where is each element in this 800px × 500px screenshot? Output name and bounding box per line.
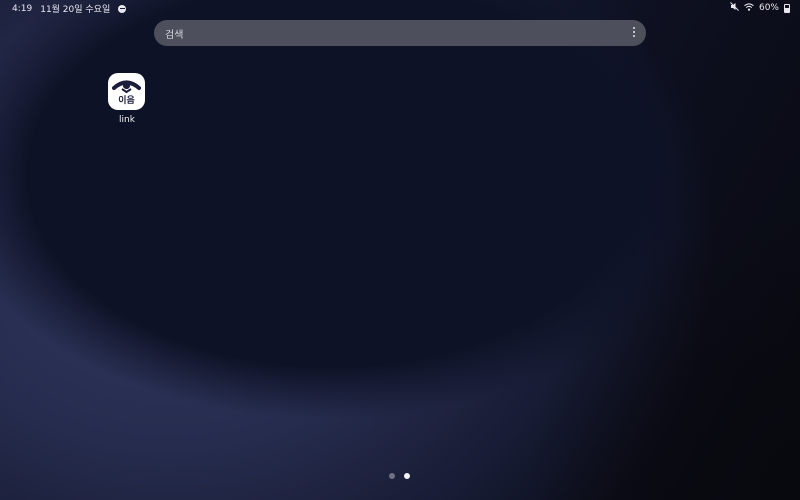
app-logo-text: 이음 [118,94,135,106]
mute-icon [730,2,739,14]
home-screen: 4:19 11월 20일 수요일 60% 검색 이음 link [0,0,800,500]
page-indicator [389,473,410,479]
battery-icon [784,3,790,13]
battery-percent: 60% [758,3,779,13]
app-label: link [119,115,135,125]
search-bar[interactable]: 검색 [154,20,646,46]
page-dot-2-active[interactable] [404,473,410,479]
more-options-icon[interactable] [630,27,638,39]
status-bar: 4:19 11월 20일 수요일 60% [0,0,800,15]
wifi-icon [744,2,754,14]
search-placeholder[interactable]: 검색 [165,26,183,41]
ieum-logo-icon: 이음 [112,80,141,106]
status-time: 4:19 [12,3,33,14]
app-icon-link[interactable]: 이음 link [108,73,146,125]
ieum-link-app-icon[interactable]: 이음 [108,73,145,110]
status-left: 4:19 11월 20일 수요일 [12,2,127,15]
status-right: 60% [730,2,790,14]
status-date: 11월 20일 수요일 [40,5,111,15]
page-dot-1[interactable] [389,473,395,479]
do-not-disturb-icon [118,4,127,13]
